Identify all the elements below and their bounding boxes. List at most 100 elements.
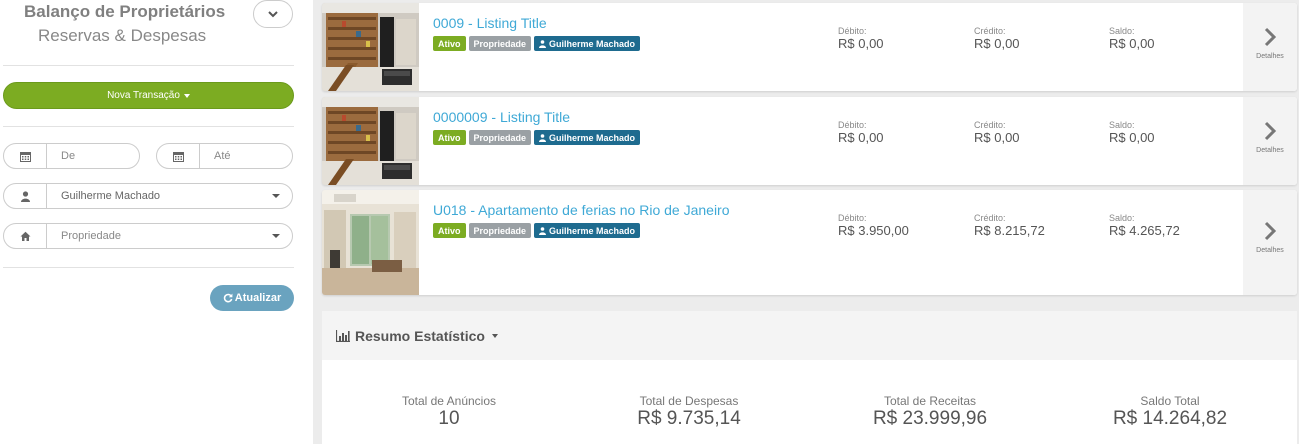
chevron-right-icon <box>1264 121 1277 141</box>
balance-label: Saldo: <box>1109 213 1135 223</box>
debit-value: R$ 3.950,00 <box>838 223 909 238</box>
owner-select[interactable]: Guilherme Machado <box>3 183 293 209</box>
chevron-down-icon <box>268 11 278 18</box>
calendar-icon <box>4 144 47 168</box>
stat-label: Saldo Total <box>1140 394 1200 408</box>
home-icon <box>4 224 47 248</box>
stats-header[interactable]: Resumo Estatístico <box>322 311 1297 360</box>
owner-badge: Guilherme Machado <box>534 130 641 145</box>
listing-badges: Ativo Propriedade Guilherme Machado <box>433 223 641 238</box>
debit-value: R$ 0,00 <box>838 36 884 51</box>
stat-label: Total de Despesas <box>639 394 739 408</box>
type-badge: Propriedade <box>468 223 532 238</box>
status-badge: Ativo <box>433 223 466 238</box>
date-to-field[interactable]: Até <box>156 143 293 169</box>
listing-thumbnail[interactable] <box>322 190 419 295</box>
balance-value: R$ 4.265,72 <box>1109 223 1180 238</box>
details-button[interactable]: Detalhes <box>1243 97 1297 185</box>
stat-value: R$ 14.264,82 <box>1112 408 1228 429</box>
new-transaction-label: Nova Transação <box>107 90 180 101</box>
credit-amount: Crédito: R$ 8.215,72 <box>974 213 1045 238</box>
debit-amount: Débito: R$ 0,00 <box>838 26 884 51</box>
refresh-icon <box>223 293 233 303</box>
caret-down-icon <box>491 333 498 338</box>
divider <box>3 65 294 66</box>
user-icon <box>539 133 547 142</box>
user-icon <box>539 226 547 235</box>
credit-value: R$ 0,00 <box>974 36 1020 51</box>
divider <box>3 126 294 127</box>
stat-total-revenue: Total de Receitas R$ 23.999,96 <box>810 395 1050 430</box>
details-button[interactable]: Detalhes <box>1243 3 1297 91</box>
debit-label: Débito: <box>838 26 867 36</box>
stats-body: Total de Anúncios 10 Total de Despesas R… <box>322 360 1297 444</box>
debit-amount: Débito: R$ 0,00 <box>838 120 884 145</box>
bar-chart-icon <box>336 329 350 342</box>
type-badge: Propriedade <box>468 36 532 51</box>
stat-total-balance: Saldo Total R$ 14.264,82 <box>1050 395 1290 430</box>
listing-title[interactable]: 0009 - Listing Title <box>433 15 547 31</box>
balance-amount: Saldo: R$ 0,00 <box>1109 120 1155 145</box>
owner-badge: Guilherme Machado <box>534 36 641 51</box>
listing-card: U018 - Apartamento de ferias no Rio de J… <box>322 190 1297 295</box>
refresh-button[interactable]: Atualizar <box>210 285 294 311</box>
divider <box>3 267 294 268</box>
date-to-input[interactable]: Até <box>200 150 292 162</box>
credit-label: Crédito: <box>974 213 1006 223</box>
owner-badge-label: Guilherme Machado <box>549 132 636 143</box>
page-subtitle: Reservas & Despesas <box>38 26 207 45</box>
user-icon <box>539 39 547 48</box>
credit-label: Crédito: <box>974 120 1006 130</box>
date-from-input[interactable]: De <box>47 150 139 162</box>
stats-title: Resumo Estatístico <box>355 327 485 344</box>
listing-card: 0009 - Listing Title Ativo Propriedade G… <box>322 3 1297 91</box>
status-badge: Ativo <box>433 130 466 145</box>
caret-down-icon <box>272 194 280 198</box>
listing-card: 0000009 - Listing Title Ativo Propriedad… <box>322 97 1297 185</box>
sidebar: Balanço de Proprietários Reservas & Desp… <box>0 0 313 444</box>
owner-badge: Guilherme Machado <box>534 223 641 238</box>
balance-label: Saldo: <box>1109 120 1135 130</box>
balance-amount: Saldo: R$ 0,00 <box>1109 26 1155 51</box>
debit-amount: Débito: R$ 3.950,00 <box>838 213 909 238</box>
credit-label: Crédito: <box>974 26 1006 36</box>
debit-value: R$ 0,00 <box>838 130 884 145</box>
listing-thumbnail[interactable] <box>322 97 419 185</box>
details-label: Detalhes <box>1256 147 1284 154</box>
caret-down-icon <box>272 234 280 238</box>
collapse-button[interactable] <box>253 0 293 28</box>
owner-select-value: Guilherme Machado <box>61 190 161 202</box>
property-select[interactable]: Propriedade <box>3 223 293 249</box>
stat-label: Total de Receitas <box>883 394 977 408</box>
listing-title[interactable]: 0000009 - Listing Title <box>433 109 570 125</box>
date-from-field[interactable]: De <box>3 143 140 169</box>
details-button[interactable]: Detalhes <box>1243 190 1297 295</box>
new-transaction-button[interactable]: Nova Transação <box>3 82 294 109</box>
listing-title[interactable]: U018 - Apartamento de ferias no Rio de J… <box>433 202 730 218</box>
stat-value: 10 <box>438 408 460 429</box>
stat-label: Total de Anúncios <box>401 394 497 408</box>
stat-value: R$ 23.999,96 <box>872 408 988 429</box>
page-title: Balanço de Proprietários <box>24 2 226 21</box>
balance-label: Saldo: <box>1109 26 1135 36</box>
owner-badge-label: Guilherme Machado <box>549 38 636 49</box>
chevron-right-icon <box>1264 27 1277 47</box>
owner-badge-label: Guilherme Machado <box>549 225 636 236</box>
balance-value: R$ 0,00 <box>1109 130 1155 145</box>
balance-amount: Saldo: R$ 4.265,72 <box>1109 213 1180 238</box>
details-label: Detalhes <box>1256 247 1284 254</box>
credit-value: R$ 8.215,72 <box>974 223 1045 238</box>
listing-badges: Ativo Propriedade Guilherme Machado <box>433 130 641 145</box>
listing-thumbnail[interactable] <box>322 3 419 91</box>
details-label: Detalhes <box>1256 53 1284 60</box>
stat-total-listings: Total de Anúncios 10 <box>329 395 569 430</box>
credit-value: R$ 0,00 <box>974 130 1020 145</box>
stat-total-expenses: Total de Despesas R$ 9.735,14 <box>569 395 809 430</box>
refresh-label: Atualizar <box>234 292 282 304</box>
debit-label: Débito: <box>838 213 867 223</box>
status-badge: Ativo <box>433 36 466 51</box>
calendar-icon <box>157 144 200 168</box>
property-select-placeholder: Propriedade <box>61 230 121 242</box>
credit-amount: Crédito: R$ 0,00 <box>974 120 1020 145</box>
caret-down-icon <box>183 93 190 98</box>
